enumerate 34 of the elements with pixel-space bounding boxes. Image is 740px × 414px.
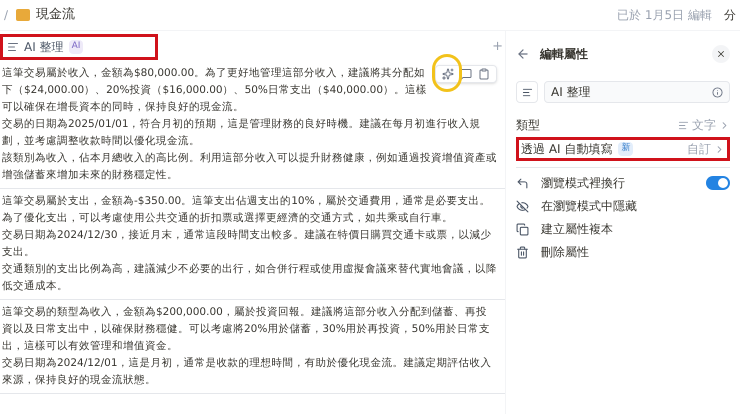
edited-time: 已於 1月5日 編輯 <box>617 7 712 24</box>
text-lines-icon <box>678 120 689 130</box>
share-button[interactable]: 分 <box>724 6 736 24</box>
column-header[interactable]: AI 整理 AI <box>0 34 158 60</box>
close-button[interactable] <box>712 45 730 63</box>
hidden-eye-icon <box>516 200 529 212</box>
info-icon <box>712 86 723 98</box>
text-lines-icon <box>522 86 532 98</box>
copy-icon <box>516 222 529 236</box>
folder-icon <box>16 9 30 21</box>
column-label: AI 整理 <box>24 39 64 56</box>
property-name-field[interactable]: AI 整理 <box>544 81 730 103</box>
close-icon <box>716 49 726 59</box>
wrap-arrow-icon <box>516 176 529 190</box>
property-option[interactable]: 刪除屬性 <box>516 243 730 261</box>
sparkle-icon[interactable] <box>442 68 454 80</box>
ai-badge: AI <box>68 40 84 54</box>
comment-icon[interactable] <box>460 68 472 80</box>
property-icon-button[interactable] <box>516 81 538 103</box>
breadcrumb-separator: / <box>4 7 8 24</box>
ai-autofill-row[interactable]: 透過 AI 自動填寫 新 自訂 <box>516 137 730 161</box>
trash-icon <box>516 246 529 258</box>
new-badge: 新 <box>618 142 634 156</box>
table-cell: 這筆交易屬於收入，金額為$80,000.00。為了更好地管理這部分收入，建議將其分配如下（$24,000.00）、20%投資（$16,000.00）、50%日常支出（$40,000.00）。這樣可以確保在增長資本的同時，保持良好的現金流。 交易的日期為2025/01/01，符合月初的預期，這是管理財務的良好時機。建議在每月初進行收入規劃，並考慮調整收款時間以優化現金流。 該類別為收入，佔本月總收入的高比例。利用這部分收入可以提升財務健康，例如通過投資增值資產或增強儲蓄來增加未來的財務穩定性。 <box>0 61 505 189</box>
type-row[interactable]: 類型 文字 <box>516 113 730 137</box>
text-lines-icon <box>7 41 19 53</box>
property-option[interactable]: 建立屬性複本 <box>516 220 730 238</box>
panel-title: 編輯屬性 <box>540 46 588 63</box>
page-title[interactable]: 現金流 <box>36 5 76 25</box>
property-option[interactable]: 瀏覽模式裡換行 <box>516 174 730 192</box>
toggle-switch[interactable] <box>706 176 730 190</box>
clipboard-icon[interactable] <box>478 68 490 80</box>
back-arrow-icon[interactable] <box>516 47 530 61</box>
property-option[interactable]: 在瀏覽模式中隱藏 <box>516 197 730 215</box>
